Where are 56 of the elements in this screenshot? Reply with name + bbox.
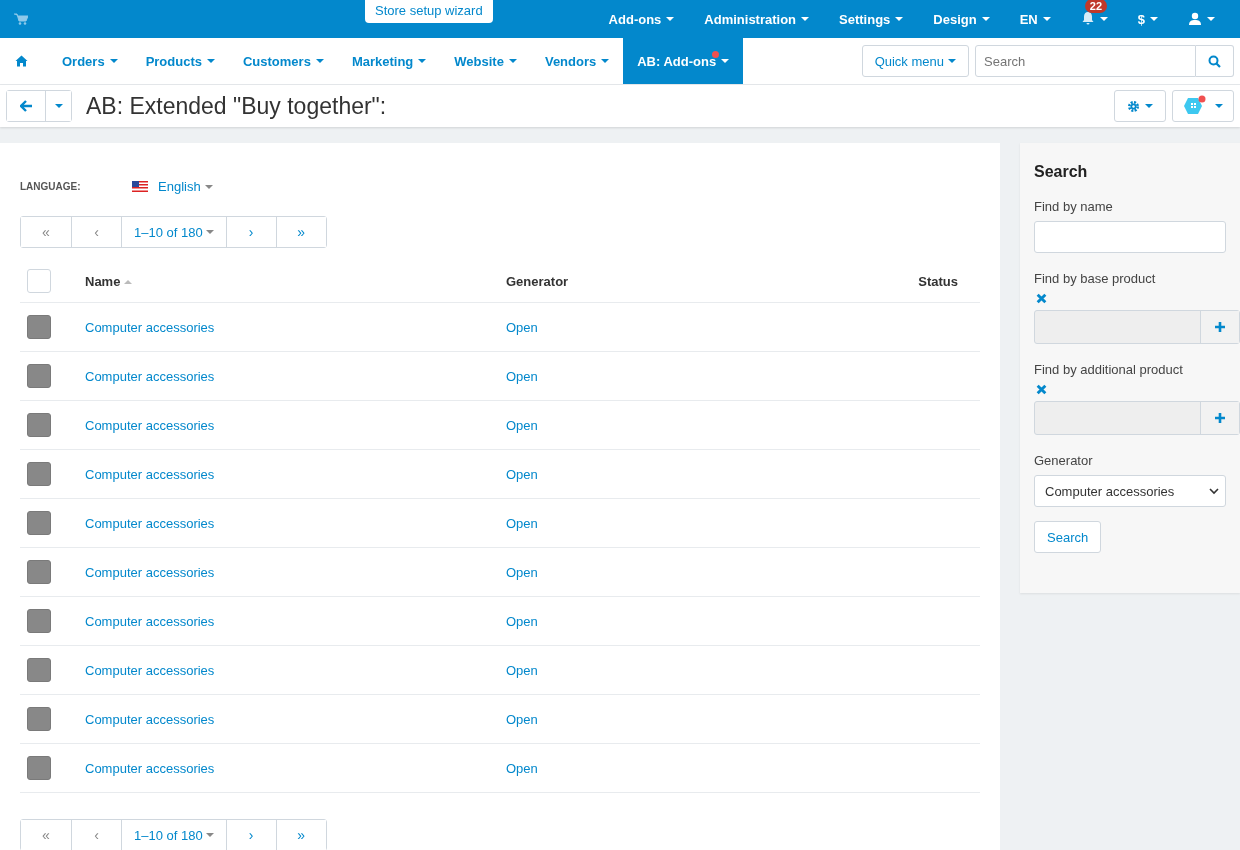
plus-icon [1214,321,1226,333]
nav-menu-item[interactable]: Vendors [530,38,624,84]
search-button[interactable] [1196,45,1234,77]
settings-button[interactable] [1114,90,1166,122]
top-menu-item[interactable]: Add-ons [593,0,690,38]
back-dropdown-button[interactable] [45,91,71,121]
addons-menu-button[interactable] [1172,90,1234,122]
quick-menu-button[interactable]: Quick menu [861,45,969,77]
search-submit-button[interactable]: Search [1034,521,1102,553]
nav-menu-item[interactable]: Orders [48,38,132,84]
nav-menu-item[interactable]: AB: Add-ons [623,38,744,84]
product-picker-field[interactable] [1034,401,1240,435]
last-page-button[interactable]: » [275,820,326,850]
page-title: AB: Extended "Buy together": [86,92,387,120]
column-header: Status [918,273,958,289]
top-menu-item[interactable]: Design [918,0,1005,38]
top-menu-item[interactable]: Settings [824,0,919,38]
column-header: Generator [506,273,570,289]
chevron-down-icon [1209,487,1219,495]
sidebar-title: Search [1034,163,1089,181]
bell-icon [1080,10,1095,25]
notifications-button[interactable]: 22 [1065,0,1123,38]
cart-icon[interactable] [14,13,28,25]
last-page-button[interactable]: » [275,217,326,247]
home-icon[interactable] [15,55,28,67]
field-label: Find by additional product [1034,362,1184,377]
field-label: Find by name [1034,199,1114,214]
nav-menu-item[interactable]: Marketing [337,38,441,84]
settings-icon [1127,99,1140,113]
add-product-button[interactable] [1200,402,1239,434]
generator-select[interactable]: Computer accessories [1034,475,1226,507]
plus-icon [1214,412,1226,424]
product-picker-field[interactable] [1034,310,1240,344]
top-menu-item[interactable]: EN [1004,0,1066,38]
field-label: Generator [1034,453,1094,468]
select-all-checkbox[interactable] [27,269,51,293]
currency-menu[interactable]: $ [1122,0,1173,38]
remove-icon[interactable] [1036,384,1047,395]
remove-icon[interactable] [1036,293,1047,304]
nav-menu-item[interactable]: Products [131,38,229,84]
column-header[interactable]: Name [85,273,506,289]
search-field[interactable]: Search [975,45,1196,77]
nav-menu-item[interactable]: Customers [229,38,338,84]
search-icon [1208,54,1221,68]
top-menu-item[interactable]: Administration [689,0,825,38]
field-label: Find by base product [1034,271,1157,286]
user-icon [1188,12,1202,26]
flag-icon [132,181,148,192]
language-label: LANGUAGE: [20,181,82,192]
nav-menu-item[interactable]: Website [440,38,531,84]
back-arrow-icon [19,100,33,112]
store-setup-wizard-link[interactable]: Store setup wizard [365,0,493,23]
notification-count-badge: 22 [1084,0,1107,13]
language-dropdown[interactable]: English [132,179,213,194]
add-product-button[interactable] [1200,311,1239,343]
name-input-field[interactable] [1034,221,1226,253]
